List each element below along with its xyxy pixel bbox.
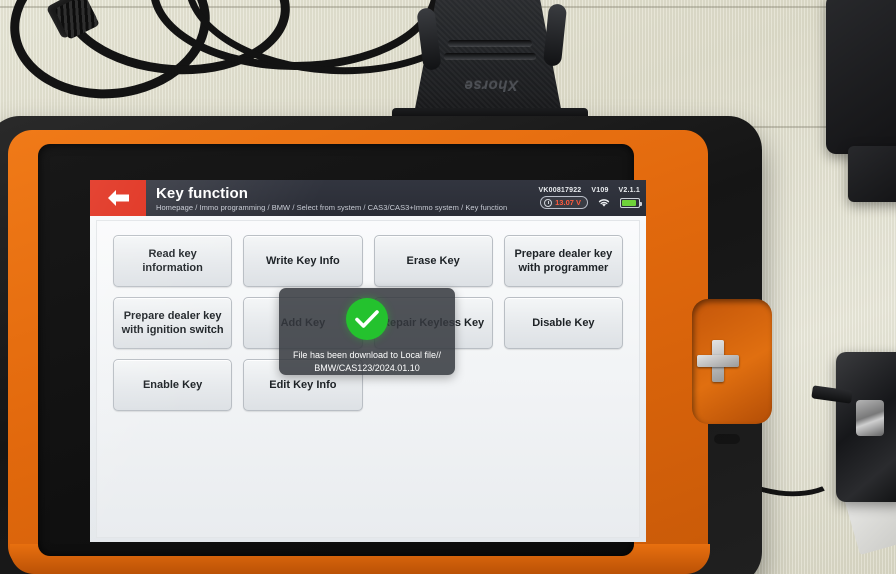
software-version: V2.1.1 (618, 187, 640, 194)
app-content: Read key information Write Key Info Eras… (90, 216, 646, 542)
header-status-area: VK00817922 V109 V2.1.1 13.07 V (539, 180, 646, 216)
back-button[interactable] (90, 180, 146, 216)
brand-logo: Xhorse (464, 77, 518, 94)
status-icons: 13.07 V (540, 196, 642, 209)
header-titles: Key function Homepage / Immo programming… (146, 180, 539, 216)
function-button-write-key-info[interactable]: Write Key Info (243, 235, 363, 287)
obd-adapter-slot (448, 40, 532, 46)
voltage-value: 13.07 V (555, 198, 581, 207)
function-button-erase-key[interactable]: Erase Key (373, 235, 493, 287)
download-success-toast: File has been download to Local file// B… (279, 288, 455, 375)
desk-object-box (826, 0, 896, 154)
desk-object-box (848, 146, 896, 202)
car-key-chrome-accent (856, 400, 884, 436)
function-button-enable-key[interactable]: Enable Key (113, 359, 233, 411)
tablet-grip-notch (714, 434, 740, 444)
voltage-gauge-icon (544, 198, 553, 207)
check-circle-icon (346, 298, 388, 340)
device-serial: VK00817922 (538, 187, 582, 194)
cross-screw-icon (697, 340, 739, 382)
photo-scene: Xhorse Key function Homepage / Immo prog… (0, 0, 896, 574)
function-button-disable-key[interactable]: Disable Key (503, 297, 623, 349)
voltage-badge: 13.07 V (540, 196, 588, 209)
battery-icon (620, 197, 642, 208)
function-button-prepare-dealer-key-with-ignition-switch[interactable]: Prepare dealer key with ignition switch (113, 297, 233, 349)
obd-adapter-post (542, 3, 568, 67)
function-panel: Read key information Write Key Info Eras… (96, 220, 640, 538)
toast-message: File has been download to Local file// B… (292, 350, 442, 373)
page-title: Key function (156, 184, 249, 202)
diagnostic-tablet: Key function Homepage / Immo programming… (0, 116, 772, 574)
arrow-left-icon (108, 190, 129, 206)
device-meta: VK00817922 V109 V2.1.1 (539, 187, 640, 194)
obd-adapter-slot (444, 53, 536, 59)
wifi-icon[interactable] (597, 197, 611, 208)
tablet-screen: Key function Homepage / Immo programming… (90, 180, 646, 542)
app-header: Key function Homepage / Immo programming… (90, 180, 646, 216)
breadcrumb: Homepage / Immo programming / BMW / Sele… (156, 202, 508, 212)
hardware-version: V109 (591, 187, 609, 194)
function-button-read-key-information[interactable]: Read key information (113, 235, 233, 287)
function-button-prepare-dealer-key-with-programmer[interactable]: Prepare dealer key with programmer (503, 235, 623, 287)
